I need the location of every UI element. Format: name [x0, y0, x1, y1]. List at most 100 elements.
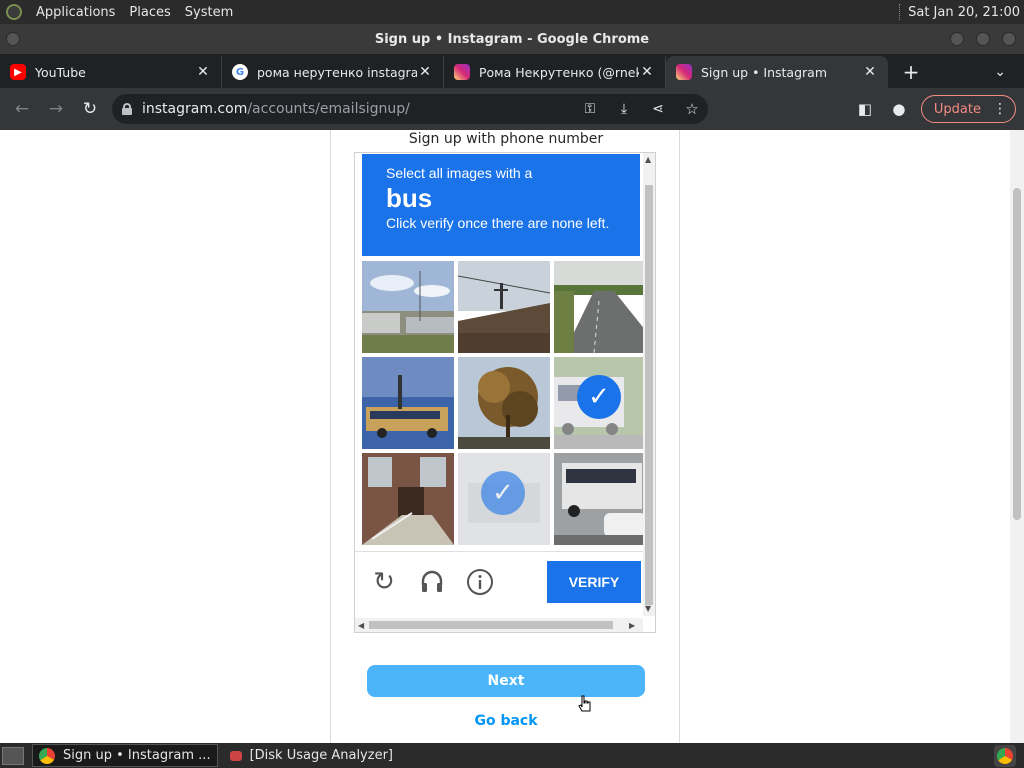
- update-button[interactable]: Update ⋮: [920, 95, 1016, 123]
- next-button[interactable]: Next: [367, 665, 645, 697]
- captcha-horizontal-scrollbar[interactable]: ◀ ▶: [355, 618, 643, 632]
- scroll-left-arrow-icon[interactable]: ◀: [358, 621, 364, 630]
- page-scroll-thumb[interactable]: [1013, 188, 1021, 520]
- update-label: Update: [933, 101, 981, 117]
- instagram-icon: [676, 64, 692, 80]
- scroll-down-arrow-icon[interactable]: ▼: [645, 604, 651, 613]
- verify-button[interactable]: VERIFY: [547, 561, 641, 603]
- install-app-icon[interactable]: ⤓: [608, 93, 640, 125]
- roof-antenna-image: [458, 261, 550, 353]
- school-bus-image: [362, 357, 454, 449]
- captcha-prompt: Select all images with a: [386, 165, 533, 181]
- window-title: Sign up • Instagram - Google Chrome: [374, 31, 650, 47]
- browser-toolbar: ← → ↻ instagram.com/accounts/emailsignup…: [0, 88, 1024, 130]
- captcha-instructions: Select all images with a bus Click verif…: [362, 154, 640, 256]
- close-tab-icon[interactable]: ✕: [195, 64, 211, 80]
- key-icon[interactable]: ⚿: [574, 93, 606, 125]
- info-icon[interactable]: [463, 565, 497, 599]
- chrome-icon: [39, 747, 55, 764]
- taskbar-item-disk-usage[interactable]: [Disk Usage Analyzer]: [224, 744, 399, 767]
- bookmark-star-icon[interactable]: ☆: [676, 93, 708, 125]
- autumn-tree-image: [458, 357, 550, 449]
- audio-challenge-icon[interactable]: [415, 565, 449, 599]
- show-desktop-icon[interactable]: [2, 746, 24, 765]
- captcha-tile-3[interactable]: [554, 261, 646, 353]
- address-bar[interactable]: instagram.com/accounts/emailsignup/ ⚿ ⤓ …: [112, 94, 708, 124]
- clock[interactable]: Sat Jan 20, 21:00: [899, 4, 1024, 20]
- bus-parking-lot-image: [554, 453, 646, 545]
- tab-title: Рома Некрутенко (@rneko: [479, 64, 639, 80]
- taskbar: Sign up • Instagram ... [Disk Usage Anal…: [0, 743, 1024, 768]
- more-menu-icon[interactable]: ⋮: [993, 101, 1007, 117]
- close-tab-icon[interactable]: ✕: [639, 64, 655, 80]
- tab-title: YouTube: [35, 64, 86, 80]
- tab-title: рома нерутенко instagram: [257, 64, 417, 80]
- recaptcha-challenge: Select all images with a bus Click verif…: [354, 152, 656, 633]
- captcha-target-object: bus: [386, 183, 433, 213]
- captcha-vertical-scroll-thumb[interactable]: [645, 185, 653, 605]
- taskbar-item-label: [Disk Usage Analyzer]: [249, 748, 393, 763]
- minimize-icon[interactable]: [950, 32, 964, 46]
- tab-search-chevron-icon[interactable]: ⌄: [994, 56, 1006, 88]
- captcha-tile-2[interactable]: [458, 261, 550, 353]
- captcha-tile-1[interactable]: [362, 261, 454, 353]
- side-panel-icon[interactable]: ◧: [849, 93, 881, 125]
- highway-road-image: [554, 261, 646, 353]
- signup-with-phone-link[interactable]: Sign up with phone number: [331, 130, 681, 148]
- google-icon: G: [232, 64, 248, 80]
- selected-check-icon: ✓: [577, 375, 621, 419]
- panel-grip: [899, 4, 902, 20]
- applications-menu[interactable]: Applications: [36, 5, 115, 20]
- captcha-horizontal-scroll-thumb[interactable]: [369, 621, 613, 629]
- reload-button[interactable]: ↻: [74, 93, 106, 125]
- reload-challenge-icon[interactable]: ↻: [367, 565, 401, 599]
- tab-title: Sign up • Instagram: [701, 64, 828, 80]
- window-menu-icon[interactable]: [6, 32, 20, 46]
- hand-cursor-icon: [578, 695, 591, 712]
- selected-check-icon: ✓: [481, 471, 525, 515]
- youtube-icon: ▶: [10, 64, 26, 80]
- top-panel: Applications Places System Sat Jan 20, 2…: [0, 0, 1024, 24]
- tab-instagram-profile[interactable]: Рома Некрутенко (@rneko ✕: [444, 56, 666, 88]
- tab-strip: ▶ YouTube ✕ G рома нерутенко instagram ✕…: [0, 54, 1024, 88]
- url-host: instagram.com: [142, 101, 248, 117]
- window-titlebar[interactable]: Sign up • Instagram - Google Chrome: [0, 24, 1024, 54]
- captcha-hint: Click verify once there are none left.: [386, 215, 610, 231]
- url-path: /accounts/emailsignup/: [247, 101, 410, 117]
- captcha-tile-7[interactable]: [362, 453, 454, 545]
- taskbar-item-label: Sign up • Instagram ...: [63, 748, 211, 763]
- profile-avatar-icon[interactable]: ●: [883, 93, 915, 125]
- go-back-link[interactable]: Go back: [331, 713, 681, 729]
- page-scrollbar[interactable]: [1010, 130, 1024, 743]
- maximize-icon[interactable]: [976, 32, 990, 46]
- chrome-tray-icon[interactable]: [994, 744, 1016, 767]
- close-tab-icon[interactable]: ✕: [862, 64, 878, 80]
- close-tab-icon[interactable]: ✕: [417, 64, 433, 80]
- captcha-vertical-scrollbar[interactable]: ▲ ▼: [643, 153, 655, 616]
- scroll-up-arrow-icon[interactable]: ▲: [645, 155, 651, 164]
- lock-icon[interactable]: [122, 103, 132, 115]
- captcha-tile-5[interactable]: [458, 357, 550, 449]
- captcha-tile-4[interactable]: [362, 357, 454, 449]
- house-stairs-image: [362, 453, 454, 545]
- tab-instagram-signup[interactable]: Sign up • Instagram ✕: [666, 56, 888, 88]
- instagram-icon: [454, 64, 470, 80]
- new-tab-button[interactable]: +: [894, 56, 928, 88]
- forward-button[interactable]: →: [40, 93, 72, 125]
- tab-google-search[interactable]: G рома нерутенко instagram ✕: [222, 56, 444, 88]
- places-menu[interactable]: Places: [129, 5, 170, 20]
- clock-label: Sat Jan 20, 21:00: [908, 4, 1020, 20]
- tab-youtube[interactable]: ▶ YouTube ✕: [0, 56, 222, 88]
- disk-usage-icon: [229, 750, 242, 761]
- captcha-divider: [355, 551, 645, 552]
- close-window-icon[interactable]: [1002, 32, 1016, 46]
- captcha-tile-9[interactable]: [554, 453, 646, 545]
- taskbar-item-chrome[interactable]: Sign up • Instagram ...: [32, 744, 218, 767]
- page-viewport: Sign up with phone number Next Go back S…: [0, 130, 1024, 743]
- scroll-right-arrow-icon[interactable]: ▶: [629, 621, 635, 630]
- system-menu[interactable]: System: [185, 5, 233, 20]
- share-icon[interactable]: ⋖: [642, 93, 674, 125]
- industrial-buildings-image: [362, 261, 454, 353]
- back-button[interactable]: ←: [6, 93, 38, 125]
- distro-logo-icon[interactable]: [6, 4, 22, 20]
